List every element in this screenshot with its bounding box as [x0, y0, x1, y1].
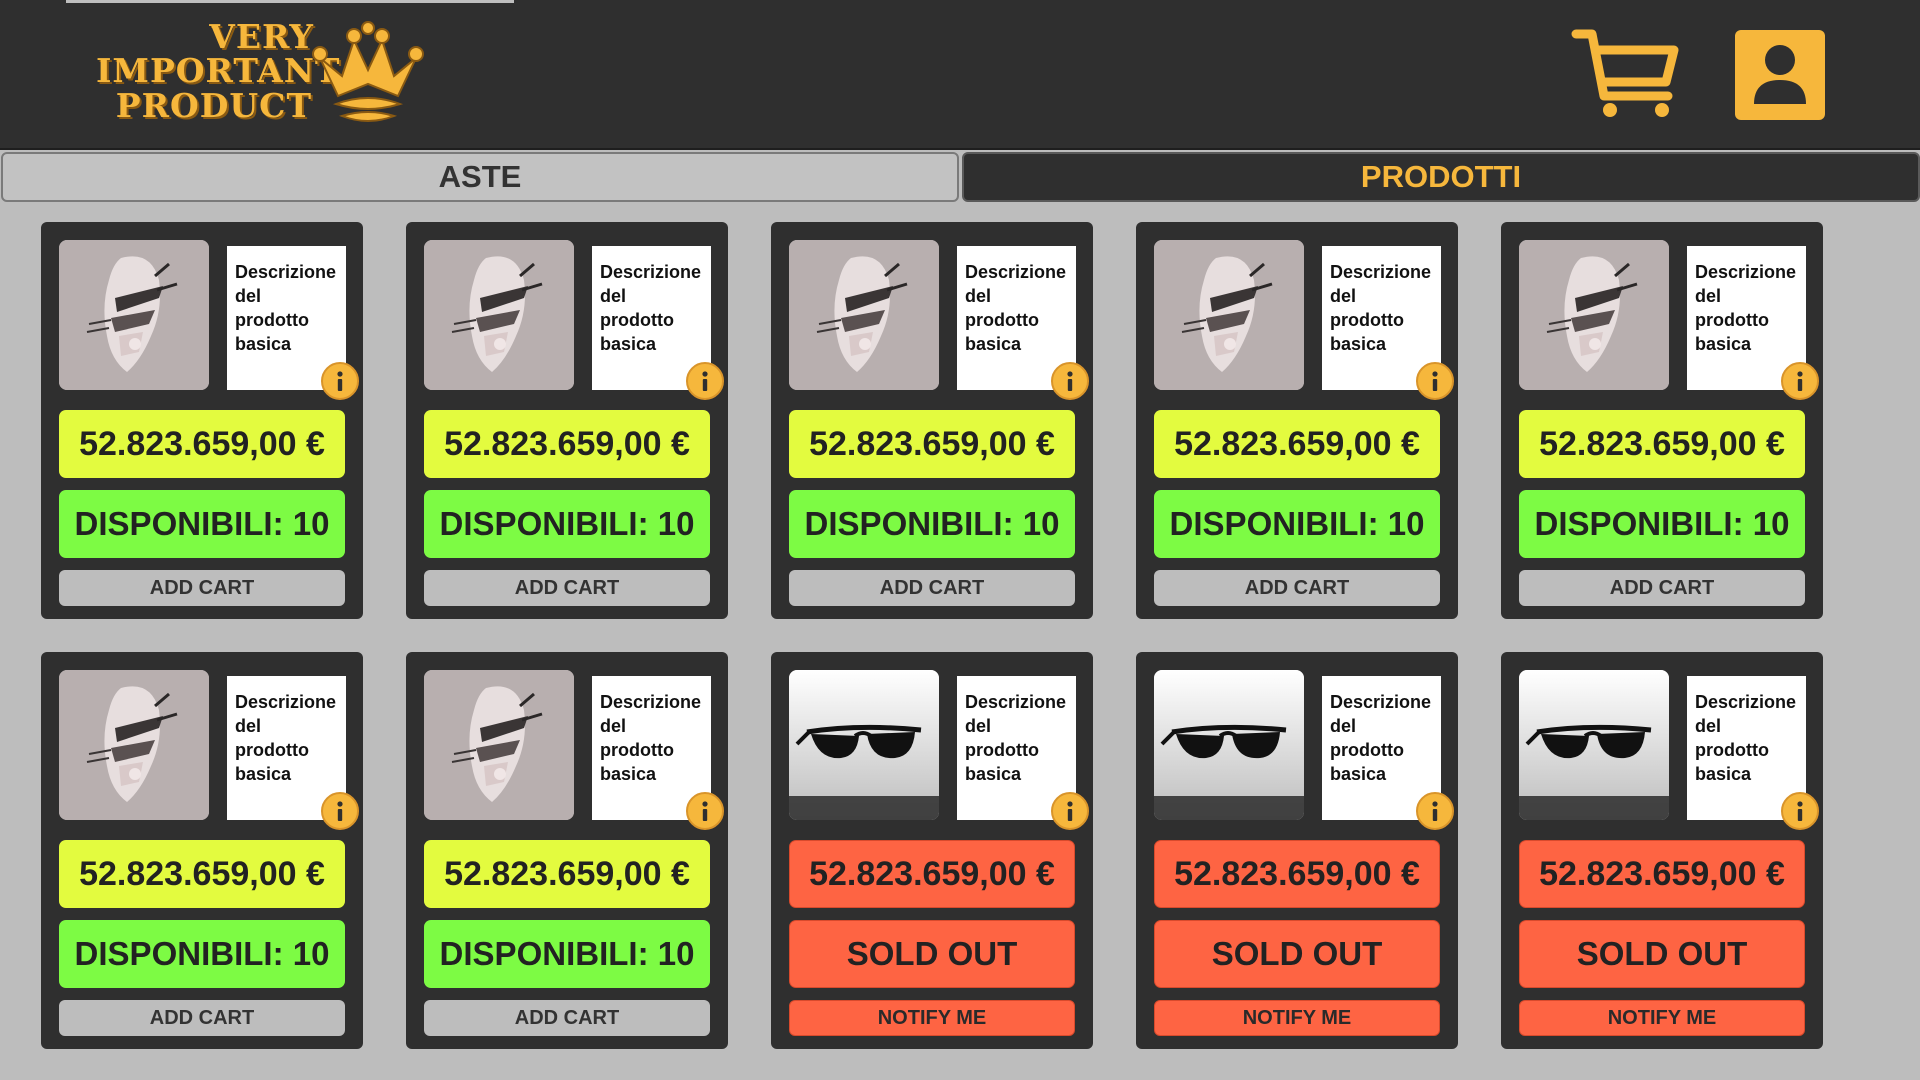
product-thumbnail[interactable]	[789, 670, 939, 820]
info-button[interactable]	[1416, 792, 1454, 830]
product-price: 52.823.659,00 €	[1519, 410, 1805, 478]
product-price: 52.823.659,00 €	[59, 840, 345, 908]
crown-icon	[312, 21, 424, 122]
availability-badge: DISPONIBILI: 10	[789, 490, 1075, 558]
availability-badge: DISPONIBILI: 10	[424, 920, 710, 988]
product-price: 52.823.659,00 €	[424, 840, 710, 908]
user-profile-icon	[1754, 45, 1806, 104]
product-thumbnail[interactable]	[424, 240, 574, 390]
info-icon	[702, 371, 708, 391]
add-cart-button[interactable]: ADD CART	[1519, 570, 1805, 606]
notify-me-button[interactable]: NOTIFY ME	[1519, 1000, 1805, 1036]
product-card: Descrizione del prodotto basica 52.823.6…	[1501, 222, 1823, 619]
product-image	[59, 670, 209, 820]
add-cart-button[interactable]: ADD CART	[424, 1000, 710, 1036]
product-image	[424, 240, 574, 390]
product-card: Descrizione del prodotto basica 52.823.6…	[771, 222, 1093, 619]
product-card: Descrizione del prodotto basica 52.823.6…	[41, 222, 363, 619]
product-image	[789, 670, 939, 820]
header-accent-strip	[66, 0, 514, 3]
add-cart-button[interactable]: ADD CART	[1154, 570, 1440, 606]
sold-out-badge: SOLD OUT	[1154, 920, 1440, 988]
product-card: Descrizione del prodotto basica 52.823.6…	[1136, 222, 1458, 619]
info-icon	[337, 371, 343, 391]
product-image	[1519, 670, 1669, 820]
sold-out-badge: SOLD OUT	[789, 920, 1075, 988]
info-icon	[1797, 371, 1803, 391]
product-image	[1154, 240, 1304, 390]
product-image	[59, 240, 209, 390]
logo-text: Very Important Product	[96, 17, 341, 125]
product-price: 52.823.659,00 €	[789, 410, 1075, 478]
product-image	[789, 240, 939, 390]
product-image	[1154, 670, 1304, 820]
product-thumbnail[interactable]	[424, 670, 574, 820]
product-card: Descrizione del prodotto basica 52.823.6…	[1136, 652, 1458, 1049]
add-cart-button[interactable]: ADD CART	[59, 1000, 345, 1036]
add-cart-button[interactable]: ADD CART	[424, 570, 710, 606]
info-button[interactable]	[321, 792, 359, 830]
info-icon	[702, 801, 708, 821]
product-thumbnail[interactable]	[1154, 240, 1304, 390]
availability-badge: DISPONIBILI: 10	[59, 920, 345, 988]
info-button[interactable]	[321, 362, 359, 400]
shopping-cart-icon	[1571, 29, 1679, 117]
info-icon	[1432, 371, 1438, 391]
product-card: Descrizione del prodotto basica 52.823.6…	[771, 652, 1093, 1049]
sold-out-badge: SOLD OUT	[1519, 920, 1805, 988]
cart-button[interactable]	[1570, 26, 1682, 122]
availability-badge: DISPONIBILI: 10	[1154, 490, 1440, 558]
logo[interactable]: Very Important Product	[96, 18, 426, 133]
info-icon	[1067, 371, 1073, 391]
info-button[interactable]	[1781, 362, 1819, 400]
product-price: 52.823.659,00 €	[789, 840, 1075, 908]
product-thumbnail[interactable]	[1154, 670, 1304, 820]
info-icon	[1067, 801, 1073, 821]
notify-me-button[interactable]: NOTIFY ME	[789, 1000, 1075, 1036]
availability-badge: DISPONIBILI: 10	[424, 490, 710, 558]
product-price: 52.823.659,00 €	[1519, 840, 1805, 908]
add-cart-button[interactable]: ADD CART	[789, 570, 1075, 606]
product-card: Descrizione del prodotto basica 52.823.6…	[41, 652, 363, 1049]
product-thumbnail[interactable]	[789, 240, 939, 390]
logo-line: Product	[115, 85, 312, 125]
product-card: Descrizione del prodotto basica 52.823.6…	[406, 652, 728, 1049]
product-thumbnail[interactable]	[1519, 240, 1669, 390]
info-button[interactable]	[1051, 362, 1089, 400]
info-button[interactable]	[1416, 362, 1454, 400]
product-price: 52.823.659,00 €	[1154, 410, 1440, 478]
product-thumbnail[interactable]	[1519, 670, 1669, 820]
availability-badge: DISPONIBILI: 10	[1519, 490, 1805, 558]
info-icon	[1797, 801, 1803, 821]
tab-aste[interactable]: ASTE	[1, 152, 959, 202]
notify-me-button[interactable]: NOTIFY ME	[1154, 1000, 1440, 1036]
product-thumbnail[interactable]	[59, 670, 209, 820]
product-card: Descrizione del prodotto basica 52.823.6…	[406, 222, 728, 619]
availability-badge: DISPONIBILI: 10	[59, 490, 345, 558]
product-price: 52.823.659,00 €	[59, 410, 345, 478]
product-card: Descrizione del prodotto basica 52.823.6…	[1501, 652, 1823, 1049]
info-button[interactable]	[686, 792, 724, 830]
info-button[interactable]	[1781, 792, 1819, 830]
logo-line: Very	[209, 17, 314, 56]
logo-line: Important	[96, 51, 341, 91]
info-icon	[1432, 801, 1438, 821]
info-icon	[337, 801, 343, 821]
product-thumbnail[interactable]	[59, 240, 209, 390]
header-bar: Very Important Product	[0, 0, 1920, 150]
add-cart-button[interactable]: ADD CART	[59, 570, 345, 606]
product-image	[424, 670, 574, 820]
user-profile-button[interactable]	[1735, 30, 1825, 120]
product-price: 52.823.659,00 €	[424, 410, 710, 478]
info-button[interactable]	[1051, 792, 1089, 830]
info-button[interactable]	[686, 362, 724, 400]
product-price: 52.823.659,00 €	[1154, 840, 1440, 908]
product-image	[1519, 240, 1669, 390]
tab-prodotti[interactable]: PRODOTTI	[962, 152, 1920, 202]
